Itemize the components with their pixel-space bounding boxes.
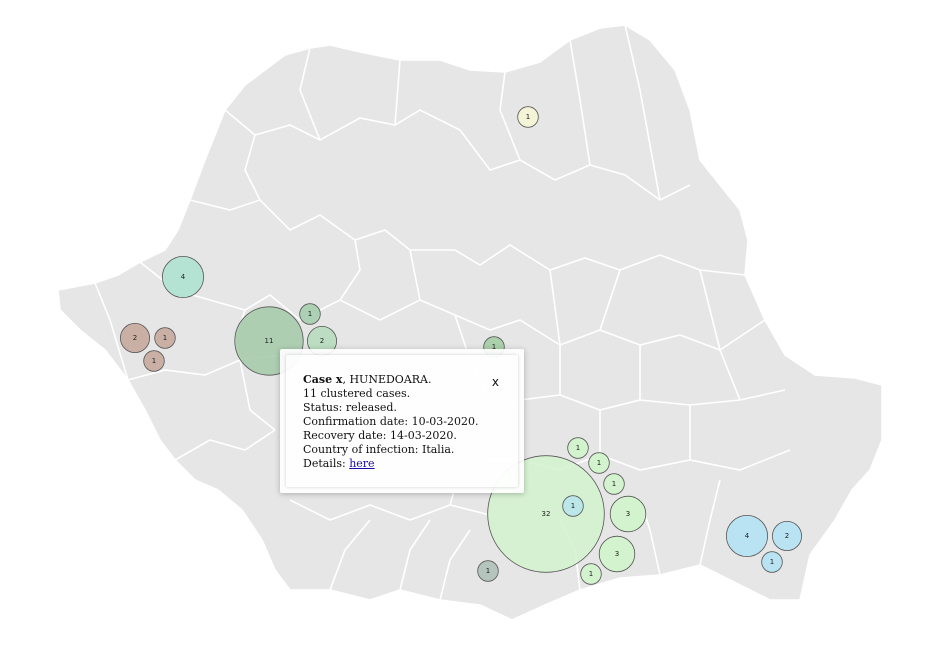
close-icon[interactable]: x: [492, 375, 499, 389]
cluster-bubble[interactable]: 1: [603, 473, 625, 495]
cluster-bubble[interactable]: 2: [120, 322, 151, 353]
case-status: Status: released.: [303, 401, 397, 414]
cluster-circle[interactable]: [154, 327, 176, 349]
details-link[interactable]: here: [349, 457, 374, 470]
details-line: Details: here: [303, 457, 518, 471]
cluster-bubble[interactable]: 1: [562, 495, 584, 517]
cluster-bubble[interactable]: 4: [726, 515, 769, 558]
cluster-circle[interactable]: [477, 560, 499, 582]
cluster-circle[interactable]: [580, 563, 602, 585]
cluster-circle[interactable]: [726, 515, 769, 558]
cluster-bubble[interactable]: 2: [772, 521, 803, 552]
cluster-circle[interactable]: [603, 473, 625, 495]
case-label: Case x: [303, 373, 343, 386]
recovery-date: Recovery date: 14-03-2020.: [303, 429, 457, 442]
cluster-bubble[interactable]: 3: [598, 535, 636, 573]
cluster-circle[interactable]: [598, 535, 636, 573]
cluster-bubble[interactable]: 1: [299, 303, 321, 325]
cluster-bubble[interactable]: 3: [609, 495, 647, 533]
details-prefix: Details:: [303, 457, 350, 470]
cluster-circle[interactable]: [143, 350, 165, 372]
cluster-circle[interactable]: [609, 495, 647, 533]
cluster-circle[interactable]: [120, 322, 151, 353]
cluster-circle[interactable]: [299, 303, 321, 325]
cluster-circle[interactable]: [761, 551, 783, 573]
romania-map[interactable]: 14111 22 11132111331114 21: [0, 0, 938, 654]
cluster-bubble[interactable]: 1: [477, 560, 499, 582]
cluster-bubble[interactable]: 1: [588, 452, 610, 474]
clustered-cases: 11 clustered cases.: [303, 387, 411, 400]
cluster-bubble[interactable]: 4: [161, 255, 204, 298]
cluster-bubble[interactable]: 1: [517, 106, 539, 128]
cluster-bubble[interactable]: 1: [580, 563, 602, 585]
popup-title-line: Case x, HUNEDOARA.: [303, 373, 518, 387]
cluster-bubble[interactable]: 1: [567, 437, 589, 459]
cluster-bubble[interactable]: 1: [761, 551, 783, 573]
case-popup-content: Case x, HUNEDOARA. 11 clustered cases. S…: [286, 355, 518, 487]
case-county: , HUNEDOARA.: [342, 373, 432, 386]
cluster-circle[interactable]: [588, 452, 610, 474]
cluster-bubble[interactable]: 1: [154, 327, 176, 349]
cluster-circle[interactable]: [517, 106, 539, 128]
case-popup: Case x, HUNEDOARA. 11 clustered cases. S…: [280, 349, 524, 493]
cluster-circle[interactable]: [161, 255, 204, 298]
country-of-infection: Country of infection: Italia.: [303, 443, 455, 456]
confirmation-date: Confirmation date: 10-03-2020.: [303, 415, 479, 428]
cluster-bubble[interactable]: 1: [143, 350, 165, 372]
cluster-circle[interactable]: [562, 495, 584, 517]
cluster-circle[interactable]: [772, 521, 803, 552]
cluster-circle[interactable]: [567, 437, 589, 459]
